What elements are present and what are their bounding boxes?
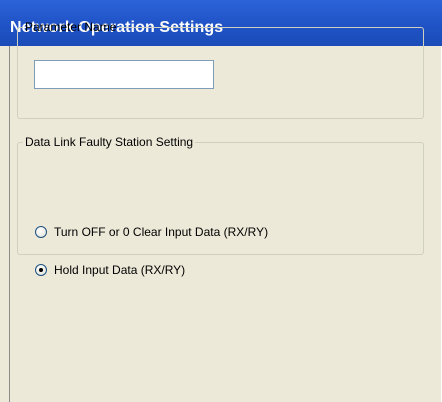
hold-input-radio[interactable] — [35, 264, 47, 276]
turn-off-clear-radio[interactable] — [35, 226, 47, 238]
network-operation-settings-window: Network Operation Settings Parameter Nam… — [0, 0, 442, 402]
hold-input-label[interactable]: Hold Input Data (RX/RY) — [54, 263, 185, 277]
turn-off-clear-label[interactable]: Turn OFF or 0 Clear Input Data (RX/RY) — [54, 225, 268, 239]
hold-input-option[interactable]: Hold Input Data (RX/RY) — [35, 262, 185, 278]
turn-off-clear-option[interactable]: Turn OFF or 0 Clear Input Data (RX/RY) — [35, 224, 268, 240]
parameter-name-legend: Parameter Name — [25, 20, 117, 34]
parameter-name-input[interactable] — [34, 60, 214, 89]
faulty-station-setting-legend: Data Link Faulty Station Setting — [25, 135, 194, 149]
